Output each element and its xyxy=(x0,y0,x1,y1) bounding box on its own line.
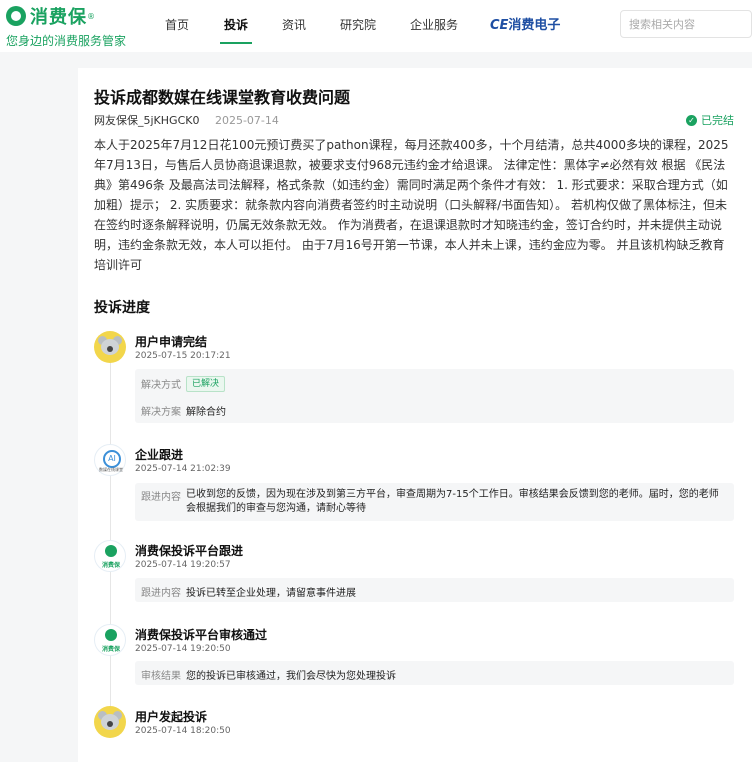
detail-row: 跟进内容 已收到您的反馈，因为现在涉及到第三方平台，审查周期为7-15个工作日。… xyxy=(141,488,726,516)
detail-value: 您的投诉已审核通过，我们会尽快为您处理投诉 xyxy=(186,671,396,682)
nav-research[interactable]: 研究院 xyxy=(340,16,376,33)
detail-label: 跟进内容 xyxy=(141,588,181,599)
timeline-item-details: 审核结果 您的投诉已审核通过，我们会尽快为您处理投诉 xyxy=(135,661,734,685)
detail-label: 解决方式 xyxy=(141,380,181,391)
platform-avatar-caption: 消费保 xyxy=(101,562,120,569)
status-text: 已完结 xyxy=(701,114,734,127)
detail-label: 审核结果 xyxy=(141,671,181,682)
logo-registered-mark: ® xyxy=(87,11,95,21)
detail-row: 跟进内容 投诉已转至企业处理，请留意事件进展 xyxy=(141,584,356,599)
platform-avatar-caption: 消费保 xyxy=(101,646,120,653)
partner-logo-text: 消费电子 xyxy=(508,18,561,33)
platform-icon: 消费保 xyxy=(94,540,126,572)
nav-home[interactable]: 首页 xyxy=(165,16,189,33)
platform-icon: 消费保 xyxy=(94,624,126,656)
timeline-item-details: 跟进内容 已收到您的反馈，因为现在涉及到第三方平台，审查周期为7-15个工作日。… xyxy=(135,483,734,521)
nav-active-underline xyxy=(220,42,253,44)
timeline-item-title: 用户申请完结 xyxy=(135,335,208,349)
complaint-date: 2025-07-14 xyxy=(214,114,279,127)
logo-slogan: 您身边的消费服务管家 xyxy=(6,34,127,48)
detail-value: 已收到您的反馈，因为现在涉及到第三方平台，审查周期为7-15个工作日。审核结果会… xyxy=(186,489,719,514)
detail-row: 审核结果 您的投诉已审核通过，我们会尽快为您处理投诉 xyxy=(141,667,396,682)
detail-row: 解决方案 解除合约 xyxy=(141,403,226,418)
nav-complaints-label: 投诉 xyxy=(224,18,249,32)
timeline-item-details: 解决方式 已解决 解决方案 解除合约 xyxy=(135,369,734,423)
partner-logo-prefix: CE xyxy=(490,18,509,33)
company-avatar-caption: 数媒在线课堂 xyxy=(99,467,123,472)
timeline-item-time: 2025-07-14 18:20:50 xyxy=(135,726,231,736)
check-circle-icon: ✓ xyxy=(686,114,697,126)
company-icon: AI 数媒在线课堂 xyxy=(94,444,126,476)
search-input[interactable] xyxy=(620,10,752,38)
logo-name: 消费保 xyxy=(30,7,87,28)
nav-enterprise[interactable]: 企业服务 xyxy=(410,16,458,33)
site-logo[interactable]: 消费保 ® 您身边的消费服务管家 xyxy=(6,3,126,49)
timeline-item-title: 用户发起投诉 xyxy=(135,710,208,724)
timeline-item-details: 跟进内容 投诉已转至企业处理，请留意事件进展 xyxy=(135,578,734,602)
top-header: 消费保 ® 您身边的消费服务管家 首页 投诉 资讯 研究院 企业服务 CE消费电… xyxy=(0,0,752,52)
detail-label: 解决方案 xyxy=(141,407,181,418)
complaint-title: 投诉成都数媒在线课堂教育收费问题 xyxy=(94,88,351,107)
nav-complaints[interactable]: 投诉 xyxy=(220,16,253,44)
complaint-author[interactable]: 网友保保_5jKHGCK0 xyxy=(94,114,199,127)
resolved-badge: 已解决 xyxy=(186,376,226,392)
timeline-item-time: 2025-07-14 19:20:57 xyxy=(135,560,231,570)
timeline-item-time: 2025-07-14 19:20:50 xyxy=(135,644,231,654)
partner-logo-link[interactable]: CE消费电子 xyxy=(490,14,560,33)
timeline-item-time: 2025-07-15 20:17:21 xyxy=(135,351,231,361)
detail-value: 解除合约 xyxy=(186,407,226,418)
koala-icon xyxy=(94,331,126,363)
detail-value: 投诉已转至企业处理，请留意事件进展 xyxy=(186,588,356,599)
progress-section-title: 投诉进度 xyxy=(94,300,150,316)
complaint-card: 投诉成都数媒在线课堂教育收费问题 网友保保_5jKHGCK0 2025-07-1… xyxy=(78,68,752,762)
detail-label: 跟进内容 xyxy=(141,492,181,503)
complaint-meta: 网友保保_5jKHGCK0 2025-07-14 xyxy=(94,112,279,128)
detail-row: 解决方式 已解决 xyxy=(141,376,226,392)
status-badge: ✓ 已完结 xyxy=(686,112,734,128)
logo-mark-icon xyxy=(6,6,26,26)
timeline-item-title: 消费保投诉平台跟进 xyxy=(135,544,244,558)
nav-news[interactable]: 资讯 xyxy=(282,16,306,33)
complaint-description: 本人于2025年7月12日花100元预订费买了pathon课程，每月还款400多… xyxy=(94,138,729,272)
koala-icon xyxy=(94,706,126,738)
timeline-item-title: 企业跟进 xyxy=(135,448,184,462)
timeline-item-title: 消费保投诉平台审核通过 xyxy=(135,628,268,642)
timeline-item-time: 2025-07-14 21:02:39 xyxy=(135,464,231,474)
